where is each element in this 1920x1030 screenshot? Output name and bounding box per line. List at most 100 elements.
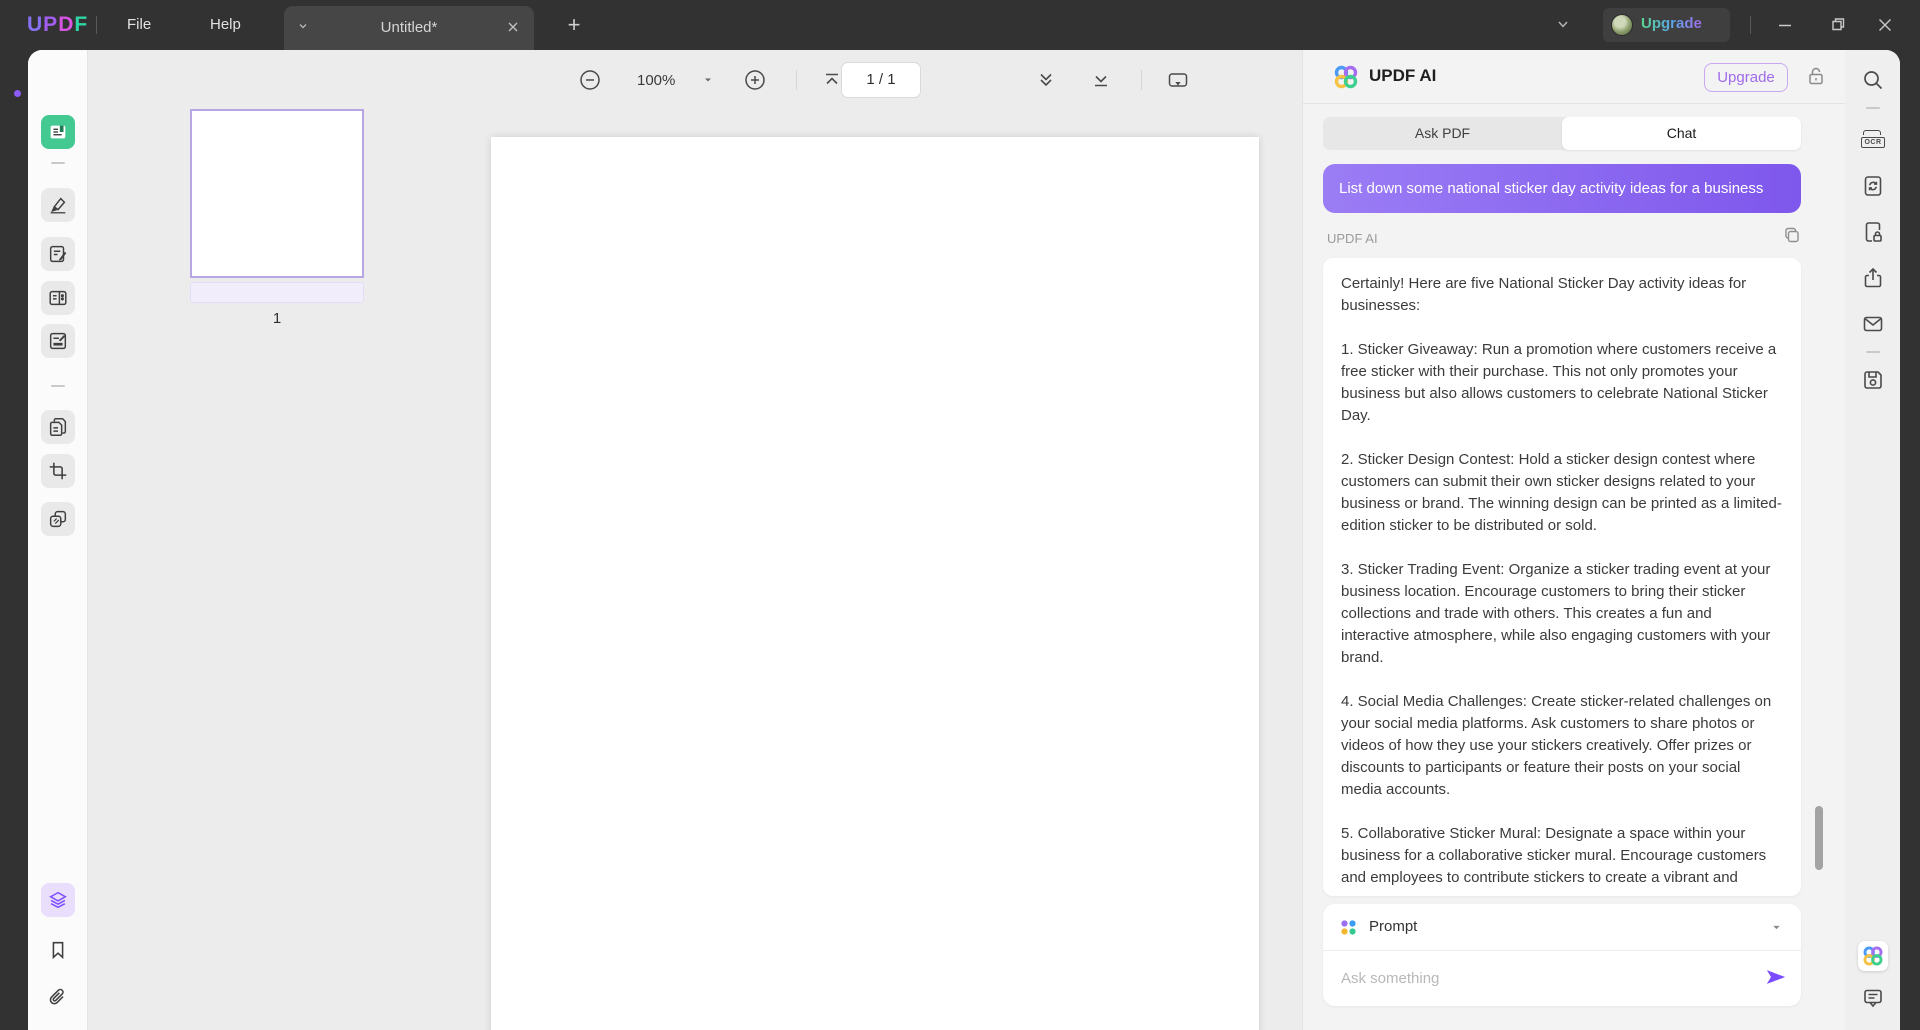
reader-book-icon — [47, 121, 69, 143]
search-icon[interactable] — [1861, 68, 1885, 92]
tab-title: Untitled* — [284, 6, 534, 50]
titlebar-chevron-down-icon[interactable] — [1556, 17, 1570, 31]
menu-file[interactable]: File — [113, 0, 165, 50]
zoom-level: 100% — [637, 63, 675, 97]
sidebar-item-watermark[interactable] — [41, 502, 75, 536]
upgrade-label[interactable]: Upgrade — [1641, 15, 1702, 32]
zoom-out-button[interactable] — [578, 63, 602, 97]
last-page-button[interactable] — [1090, 63, 1112, 97]
prompt-selector[interactable]: Prompt — [1323, 904, 1801, 951]
first-page-button[interactable] — [821, 63, 843, 97]
titlebar-divider — [96, 16, 97, 34]
next-page-button[interactable] — [1035, 63, 1057, 97]
avatar[interactable] — [1611, 14, 1633, 36]
response-paragraph: 2. Sticker Design Contest: Hold a sticke… — [1341, 449, 1783, 537]
assistant-label: UPDF AI — [1327, 231, 1378, 246]
notification-dot — [14, 90, 21, 97]
sidebar-item-crop[interactable] — [41, 454, 75, 488]
fill-sign-icon — [47, 330, 69, 352]
response-paragraph: 3. Sticker Trading Event: Organize a sti… — [1341, 559, 1783, 669]
right-tool-strip: OCR — [1845, 50, 1900, 1030]
menu-help[interactable]: Help — [196, 0, 255, 50]
zoom-in-button[interactable] — [743, 63, 767, 97]
updf-ai-panel: UPDF AI Upgrade Ask PDF Chat List down s… — [1302, 50, 1845, 1030]
sidebar-item-organize-pages[interactable] — [41, 281, 75, 315]
sidebar-item-comment[interactable] — [41, 188, 75, 222]
sidebar-item-reader[interactable] — [41, 115, 75, 149]
page-thumbnail[interactable] — [190, 109, 364, 278]
ai-mode-tabs: Ask PDF Chat — [1323, 117, 1801, 150]
ai-upgrade-button[interactable]: Upgrade — [1704, 63, 1788, 92]
layers-icon — [47, 889, 69, 911]
logo-letter: F — [74, 13, 88, 37]
new-tab-button[interactable]: + — [560, 11, 588, 39]
edit-document-icon — [47, 243, 69, 265]
ai-panel-title: UPDF AI — [1369, 66, 1436, 86]
response-paragraph: Certainly! Here are five National Sticke… — [1341, 273, 1783, 317]
page-thumbnail-selection-strip — [190, 282, 364, 303]
close-window-button[interactable] — [1875, 16, 1895, 34]
toolbar-divider — [796, 70, 797, 90]
page-indicator-input[interactable]: 1 / 1 — [841, 62, 921, 98]
tab-chat[interactable]: Chat — [1562, 117, 1801, 150]
strip-divider — [1866, 351, 1880, 353]
strip-divider — [1866, 107, 1880, 109]
protect-icon[interactable] — [1861, 220, 1885, 244]
send-icon[interactable] — [1765, 966, 1787, 988]
prompt-dots-icon — [1340, 919, 1357, 936]
logo-letter: P — [43, 13, 58, 37]
tab-close-icon[interactable] — [506, 20, 522, 36]
minimize-button[interactable] — [1775, 16, 1795, 34]
sidebar-item-bookmark[interactable] — [41, 933, 75, 967]
ai-response-card: Certainly! Here are five National Sticke… — [1323, 258, 1801, 896]
sidebar-item-pages[interactable] — [41, 410, 75, 444]
ask-something-input[interactable] — [1341, 962, 1741, 994]
pdf-canvas-page[interactable] — [491, 137, 1259, 1030]
updf-app-window: UPDF File Help Untitled* + Upgrade — [0, 0, 1920, 1030]
ai-dock-button[interactable] — [1858, 941, 1888, 971]
email-icon[interactable] — [1861, 312, 1885, 336]
zoom-dropdown-icon[interactable] — [703, 63, 713, 97]
tab-ask-pdf[interactable]: Ask PDF — [1323, 117, 1562, 150]
sidebar-item-layers[interactable] — [41, 883, 75, 917]
prompt-caret-icon[interactable] — [1771, 922, 1782, 933]
save-icon[interactable] — [1861, 368, 1885, 392]
comment-bubble-icon[interactable] — [1861, 986, 1885, 1010]
organize-pages-icon — [47, 287, 69, 309]
sidebar-divider — [51, 162, 65, 164]
sidebar-divider — [51, 385, 65, 387]
account-upgrade-button[interactable]: Upgrade — [1603, 8, 1730, 42]
response-paragraph: 5. Collaborative Sticker Mural: Designat… — [1341, 823, 1783, 889]
thumbnail-page-number: 1 — [190, 310, 364, 327]
watermark-stickers-icon — [47, 508, 69, 530]
document-tab[interactable]: Untitled* — [284, 6, 534, 50]
ai-panel-header: UPDF AI Upgrade — [1303, 50, 1846, 104]
restore-button[interactable] — [1826, 16, 1846, 34]
presentation-mode-button[interactable] — [1166, 63, 1190, 97]
toolbar-divider — [1141, 70, 1142, 90]
paperclip-icon — [47, 987, 69, 1009]
left-tool-sidebar — [28, 50, 88, 1030]
highlighter-icon — [47, 194, 69, 216]
response-paragraph: 4. Social Media Challenges: Create stick… — [1341, 691, 1783, 801]
sidebar-item-attachment[interactable] — [41, 981, 75, 1015]
logo-letter: U — [27, 13, 43, 37]
panel-scrollbar[interactable] — [1815, 806, 1823, 870]
share-icon[interactable] — [1861, 266, 1885, 290]
user-message-bubble: List down some national sticker day acti… — [1323, 164, 1801, 213]
bookmark-icon — [47, 939, 69, 961]
sidebar-item-fill-sign[interactable] — [41, 324, 75, 358]
convert-icon[interactable] — [1861, 174, 1885, 198]
app-shell: 1 100% 1 / 1 — [0, 50, 1920, 1030]
ocr-icon[interactable]: OCR — [1861, 130, 1885, 154]
titlebar: UPDF File Help Untitled* + Upgrade — [0, 0, 1920, 50]
copy-icon[interactable] — [1783, 226, 1801, 244]
updf-ai-logo-icon — [1333, 64, 1359, 90]
sidebar-item-edit-pdf[interactable] — [41, 237, 75, 271]
titlebar-divider — [1750, 16, 1751, 34]
pages-icon — [47, 416, 69, 438]
ocr-label: OCR — [1861, 137, 1884, 148]
logo-letter: D — [58, 13, 74, 37]
lock-icon — [1807, 66, 1827, 88]
crop-icon — [47, 460, 69, 482]
